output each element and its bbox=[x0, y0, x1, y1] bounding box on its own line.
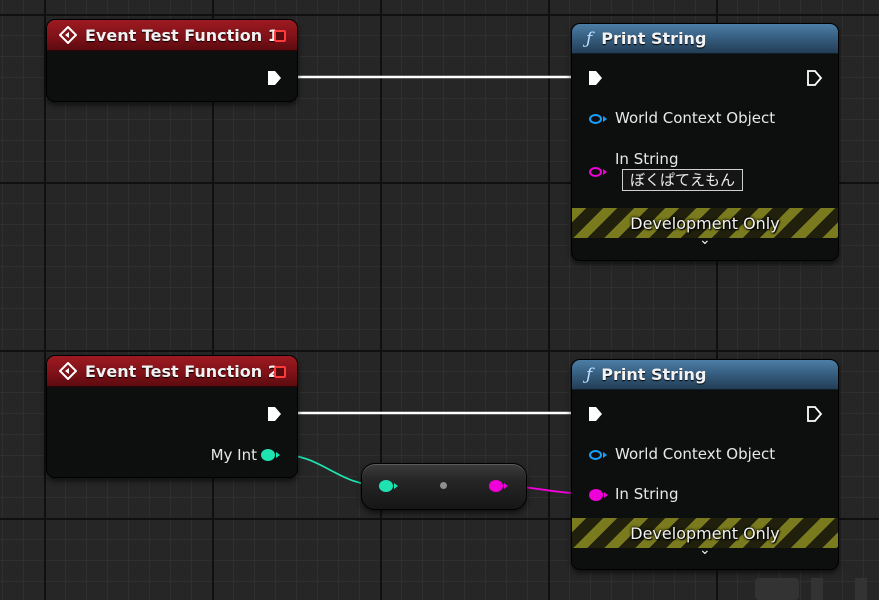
in-string-pin-2[interactable] bbox=[589, 489, 603, 501]
function-f-icon: ƒ bbox=[586, 28, 593, 49]
exec-input-pin-2[interactable] bbox=[587, 405, 605, 423]
stop-square-icon bbox=[274, 30, 286, 42]
event-node-2[interactable]: Event Test Function 2 My Int bbox=[46, 355, 298, 478]
in-string-label-1: In String bbox=[615, 150, 679, 168]
world-context-pin-1[interactable] bbox=[589, 114, 602, 124]
print-string-node-1-header[interactable]: ƒ Print String bbox=[572, 24, 838, 54]
print-string-node-1-title: Print String bbox=[601, 29, 707, 48]
print-string-node-2[interactable]: ƒ Print String World Context Object In S… bbox=[571, 359, 839, 570]
in-string-pin-arrow bbox=[603, 169, 607, 175]
function-f-icon: ƒ bbox=[586, 364, 593, 385]
my-int-output-pin[interactable] bbox=[261, 449, 275, 461]
in-string-input[interactable]: ぼくぱてえもん bbox=[622, 169, 744, 191]
event-node-2-title: Event Test Function 2 bbox=[85, 361, 279, 381]
event-node-1[interactable]: Event Test Function 1 bbox=[46, 19, 298, 102]
world-context-pin-2[interactable] bbox=[589, 450, 602, 460]
chevron-down-icon[interactable]: ⌄ bbox=[699, 232, 711, 248]
chevron-down-icon[interactable]: ⌄ bbox=[699, 542, 711, 558]
world-context-pin-arrow bbox=[603, 452, 607, 458]
conversion-center-dot bbox=[440, 482, 447, 489]
print-string-node-2-title: Print String bbox=[601, 365, 707, 384]
stop-square-icon bbox=[274, 366, 286, 378]
event-node-1-title: Event Test Function 1 bbox=[85, 25, 279, 45]
corner-watermark-shape bbox=[755, 578, 867, 600]
event-node-2-header[interactable]: Event Test Function 2 bbox=[47, 356, 297, 387]
conversion-output-pin-arrow bbox=[504, 483, 508, 489]
development-only-label-2: Development Only bbox=[630, 523, 780, 543]
my-int-label: My Int bbox=[210, 446, 257, 464]
int-to-string-conversion-node[interactable] bbox=[361, 463, 527, 510]
development-only-label-1: Development Only bbox=[630, 213, 780, 233]
exec-output-pin-1[interactable] bbox=[266, 69, 284, 87]
conversion-input-pin-arrow bbox=[394, 483, 398, 489]
exec-output-pin-print-2[interactable] bbox=[806, 405, 824, 423]
exec-output-pin-print-1[interactable] bbox=[806, 69, 824, 87]
in-string-pin-arrow bbox=[604, 492, 608, 498]
world-context-label-2: World Context Object bbox=[615, 445, 776, 463]
my-int-pin-arrow bbox=[276, 452, 280, 458]
print-string-node-2-header[interactable]: ƒ Print String bbox=[572, 360, 838, 390]
event-diamond-icon bbox=[59, 362, 77, 380]
world-context-label-1: World Context Object bbox=[615, 109, 776, 127]
exec-output-pin-2[interactable] bbox=[266, 405, 284, 423]
exec-input-pin-1[interactable] bbox=[587, 69, 605, 87]
event-diamond-icon bbox=[59, 26, 77, 44]
in-string-label-2: In String bbox=[615, 485, 679, 503]
event-node-1-header[interactable]: Event Test Function 1 bbox=[47, 20, 297, 51]
conversion-output-pin[interactable] bbox=[489, 480, 503, 492]
world-context-pin-arrow bbox=[603, 116, 607, 122]
in-string-pin-1[interactable] bbox=[589, 167, 602, 177]
print-string-node-1[interactable]: ƒ Print String World Context Object In S… bbox=[571, 23, 839, 261]
conversion-input-pin[interactable] bbox=[379, 480, 393, 492]
